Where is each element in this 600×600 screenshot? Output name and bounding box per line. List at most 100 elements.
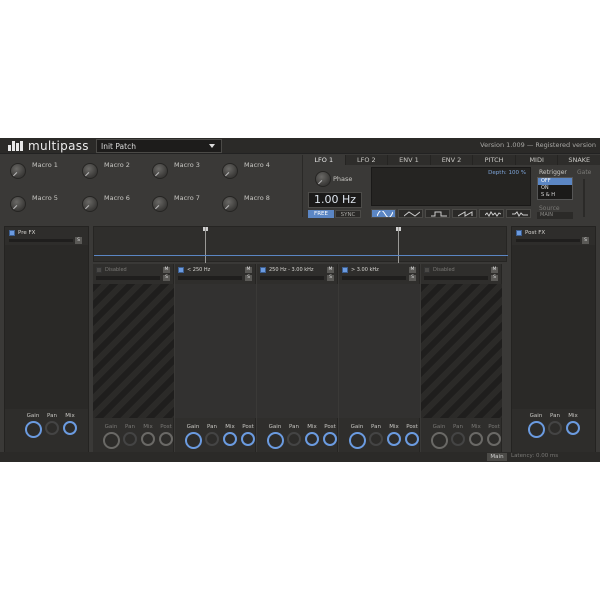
band-slot-area[interactable] <box>257 284 338 418</box>
mute-button[interactable]: M <box>491 267 498 273</box>
tab-lfo2[interactable]: LFO 2 <box>345 155 389 165</box>
mix-knob[interactable] <box>305 432 319 446</box>
macro-knob[interactable] <box>152 196 168 212</box>
post-knob[interactable] <box>405 432 419 446</box>
mix-knob[interactable] <box>469 432 483 446</box>
macro-knob[interactable] <box>152 163 168 179</box>
solo-button[interactable]: S <box>409 275 416 281</box>
post-fx-pan[interactable]: Pan <box>546 413 564 438</box>
mute-button[interactable]: M <box>245 267 252 273</box>
macro-knob[interactable] <box>82 163 98 179</box>
gate-slider[interactable] <box>583 179 585 217</box>
pan-knob[interactable] <box>451 432 465 446</box>
macro-knob[interactable] <box>10 196 26 212</box>
source-select[interactable]: MAIN <box>537 212 573 219</box>
solo-button[interactable]: S <box>163 275 170 281</box>
post-fx-checkbox[interactable] <box>516 230 522 236</box>
pan-knob[interactable] <box>45 421 59 435</box>
retrigger-option-off[interactable]: OFF <box>538 178 572 185</box>
gain-knob[interactable] <box>348 432 366 449</box>
crossover-display[interactable] <box>93 226 508 263</box>
pre-fx-checkbox[interactable] <box>9 230 15 236</box>
pre-fx-pan[interactable]: Pan <box>43 413 61 438</box>
main-button[interactable]: Main <box>487 453 507 461</box>
pan-knob[interactable] <box>287 432 301 446</box>
retrigger-option-on[interactable]: ON <box>538 185 572 192</box>
sync-button[interactable]: SYNC <box>335 210 361 218</box>
band-checkbox[interactable] <box>96 267 102 273</box>
gain-knob[interactable] <box>430 432 448 449</box>
band-slot-area[interactable] <box>175 284 256 418</box>
pan-knob[interactable] <box>205 432 219 446</box>
mix-knob[interactable] <box>223 432 237 446</box>
macro-3[interactable]: Macro 3 <box>142 159 212 185</box>
band-checkbox[interactable] <box>178 267 184 273</box>
mix-knob[interactable] <box>387 432 401 446</box>
lfo-waveform-display[interactable]: Depth: 100 % <box>371 167 531 206</box>
preset-selector[interactable]: Init Patch <box>96 139 222 153</box>
band-checkbox[interactable] <box>342 267 348 273</box>
post-fx-mix[interactable]: Mix <box>564 413 582 438</box>
macro-knob[interactable] <box>222 163 238 179</box>
pre-fx-slot-area[interactable] <box>5 245 88 409</box>
band-checkbox[interactable] <box>260 267 266 273</box>
pre-fx-mix[interactable]: Mix <box>61 413 79 438</box>
pre-fx-gain[interactable]: Gain <box>23 413 43 438</box>
band-slot-area[interactable] <box>421 284 502 418</box>
post-fx-slot-area[interactable] <box>512 245 595 409</box>
mute-button[interactable]: M <box>409 267 416 273</box>
band-slot-area[interactable] <box>93 284 174 418</box>
mute-button[interactable]: M <box>163 267 170 273</box>
macro-8[interactable]: Macro 8 <box>212 192 282 218</box>
pan-knob[interactable] <box>123 432 137 446</box>
post-knob[interactable] <box>323 432 337 446</box>
retrigger-option-sh[interactable]: S & H <box>538 192 572 199</box>
pan-knob[interactable] <box>369 432 383 446</box>
tab-pitch[interactable]: PITCH <box>473 155 516 165</box>
pre-fx-solo-button[interactable]: S <box>75 237 82 244</box>
post-knob[interactable] <box>487 432 501 446</box>
triangle-wave-button[interactable] <box>398 209 423 218</box>
macro-5[interactable]: Macro 5 <box>0 192 70 218</box>
solo-button[interactable]: S <box>491 275 498 281</box>
post-knob[interactable] <box>241 432 255 446</box>
tab-snake[interactable]: SNAKE <box>558 155 600 165</box>
post-fx-gain[interactable]: Gain <box>526 413 546 438</box>
post-fx-solo-button[interactable]: S <box>582 237 589 244</box>
free-button[interactable]: FREE <box>308 210 334 218</box>
band-checkbox[interactable] <box>424 267 430 273</box>
mute-button[interactable]: M <box>327 267 334 273</box>
band-slot-area[interactable] <box>339 284 420 418</box>
macro-1[interactable]: Macro 1 <box>0 159 70 185</box>
macro-knob[interactable] <box>82 196 98 212</box>
rate-display[interactable]: 1.00 Hz <box>308 192 362 208</box>
phase-knob[interactable] <box>315 171 331 187</box>
solo-button[interactable]: S <box>245 275 252 281</box>
square-wave-button[interactable] <box>425 209 450 218</box>
sine-wave-button[interactable] <box>371 209 396 218</box>
gain-knob[interactable] <box>102 432 120 449</box>
saw-wave-button[interactable] <box>452 209 477 218</box>
macro-4[interactable]: Macro 4 <box>212 159 282 185</box>
tab-lfo1[interactable]: LFO 1 <box>303 155 346 165</box>
pan-knob[interactable] <box>548 421 562 435</box>
macro-knob[interactable] <box>222 196 238 212</box>
macro-6[interactable]: Macro 6 <box>72 192 142 218</box>
tab-midi[interactable]: MIDI <box>515 155 559 165</box>
mix-knob[interactable] <box>141 432 155 446</box>
tab-env1[interactable]: ENV 1 <box>388 155 431 165</box>
custom-wave-button[interactable] <box>506 209 531 218</box>
mix-knob[interactable] <box>566 421 580 435</box>
macro-2[interactable]: Macro 2 <box>72 159 142 185</box>
mix-knob[interactable] <box>63 421 77 435</box>
gain-knob[interactable] <box>24 421 42 438</box>
macro-knob[interactable] <box>10 163 26 179</box>
tab-env2[interactable]: ENV 2 <box>430 155 474 165</box>
solo-button[interactable]: S <box>327 275 334 281</box>
macro-7[interactable]: Macro 7 <box>142 192 212 218</box>
random-wave-button[interactable] <box>479 209 504 218</box>
gain-knob[interactable] <box>527 421 545 438</box>
gain-knob[interactable] <box>184 432 202 449</box>
retrigger-dropdown[interactable]: OFF ON S & H <box>537 177 573 200</box>
gain-knob[interactable] <box>266 432 284 449</box>
